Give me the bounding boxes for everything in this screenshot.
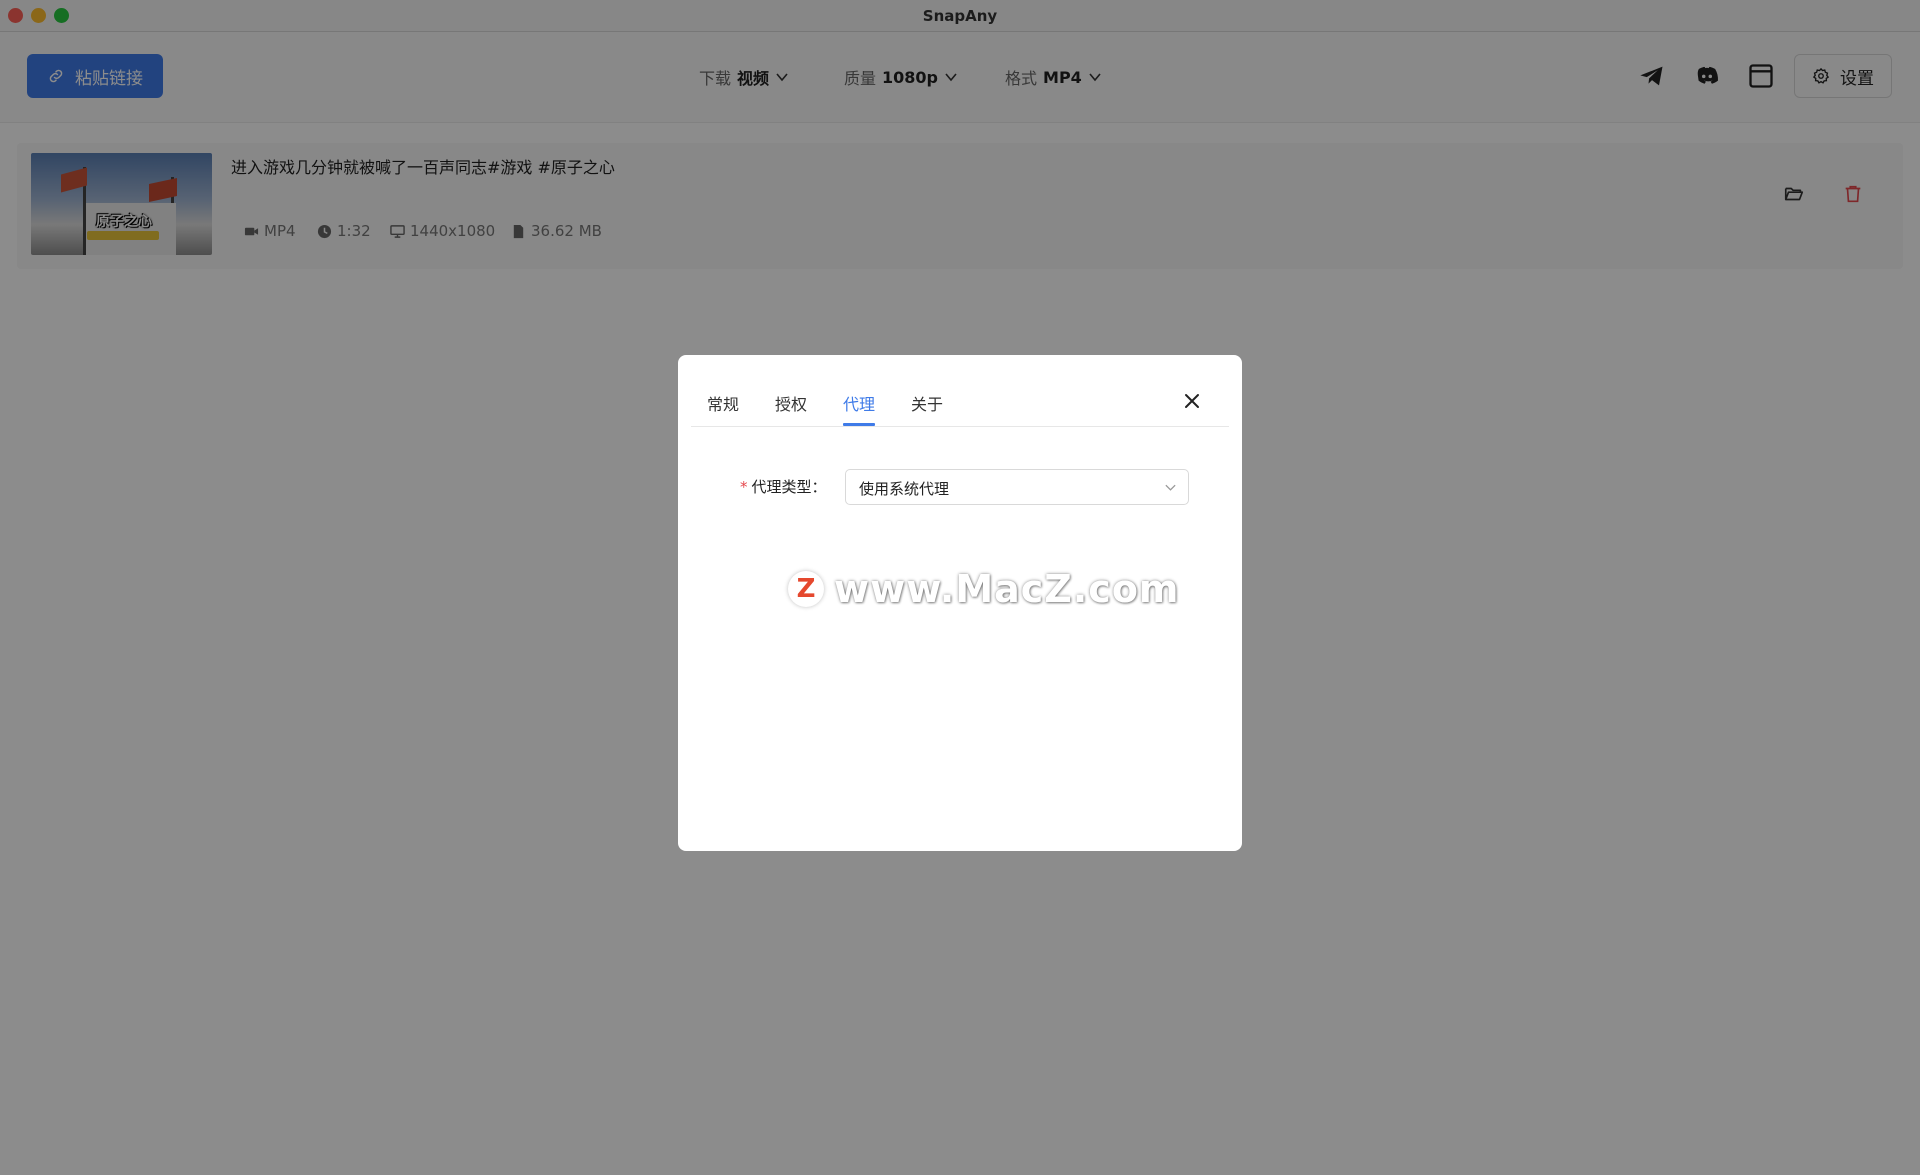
settings-tabs: 常规 授权 代理 关于	[691, 355, 1229, 427]
chevron-down-icon	[1165, 484, 1176, 491]
active-tab-indicator	[843, 423, 875, 426]
required-mark: *	[740, 478, 748, 496]
proxy-type-label-text: 代理类型：	[751, 478, 827, 496]
settings-dialog: 常规 授权 代理 关于 * 代理类型： 使用系统代理 Z www.MacZ.com	[678, 355, 1242, 851]
tab-general[interactable]: 常规	[707, 391, 739, 415]
proxy-type-select[interactable]: 使用系统代理	[845, 469, 1189, 505]
proxy-type-label: * 代理类型：	[740, 476, 827, 497]
tab-proxy[interactable]: 代理	[843, 391, 875, 415]
watermark: Z www.MacZ.com	[788, 567, 1180, 611]
watermark-text: www.MacZ.com	[834, 567, 1180, 611]
proxy-type-value: 使用系统代理	[859, 480, 950, 498]
tab-about[interactable]: 关于	[911, 391, 943, 415]
close-icon[interactable]	[1183, 392, 1201, 410]
tab-license[interactable]: 授权	[775, 391, 807, 415]
watermark-logo: Z	[788, 571, 824, 607]
